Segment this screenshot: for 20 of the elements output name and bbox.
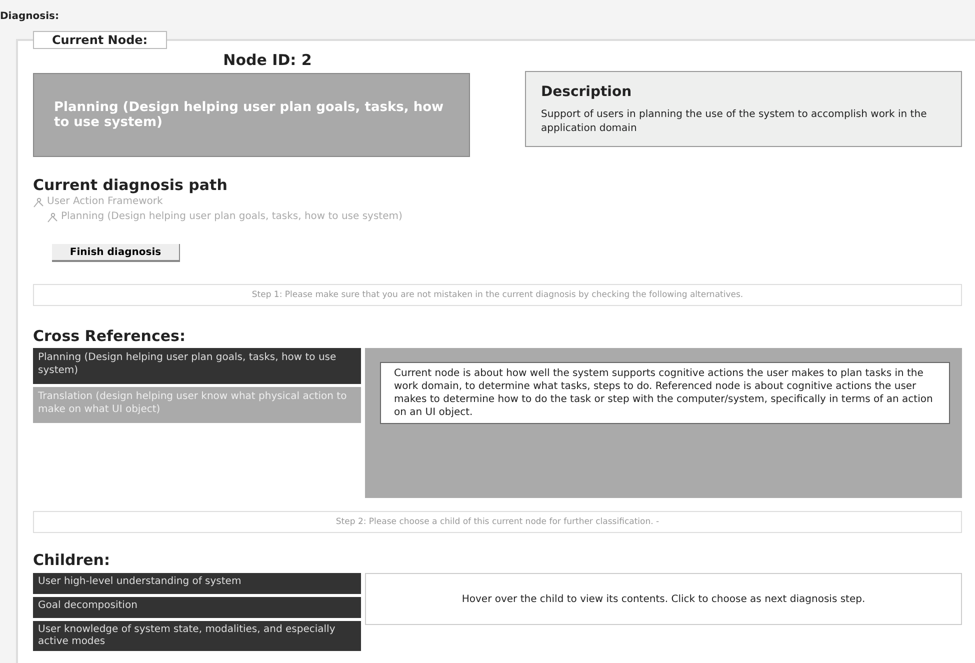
hover-hint: Hover over the child to view its contents. Click to choose as next diagnosis step. bbox=[365, 573, 962, 625]
node-id: Node ID: 2 bbox=[222, 50, 313, 71]
children-heading: Children: bbox=[33, 551, 111, 569]
child-item[interactable]: Goal decomposition bbox=[33, 597, 361, 618]
child-item[interactable]: User high-level understanding of system bbox=[33, 573, 361, 594]
reference-item[interactable]: Planning (Design helping user plan goals, tasks, how to use system) bbox=[33, 348, 361, 384]
reference-detail: Current node is about how well the system supports cognitive actions the user makes to plan tasks in the work domain, to determine what tasks, steps to do. Referenced node is about cognitive actions the user makes to determine how to do the task or step with the computer/system, specifically in terms of an action on an UI object. bbox=[380, 362, 950, 424]
path-heading: Current diagnosis path bbox=[33, 176, 228, 194]
fieldset-legend: Current Node: bbox=[33, 31, 167, 49]
cross-references-heading: Cross References: bbox=[33, 327, 186, 345]
tree-node-icon bbox=[47, 210, 59, 222]
description-title: Description bbox=[541, 84, 633, 100]
step-instruction: Step 1: Please make sure that you are not mistaken in the current diagnosis by checking the following alternatives. bbox=[33, 284, 962, 306]
child-item[interactable]: User knowledge of system state, modalities, and especially active modes bbox=[33, 621, 361, 651]
tree-node-icon bbox=[33, 196, 45, 208]
step-instruction: Step 2: Please choose a child of this current node for further classification. - bbox=[33, 511, 962, 533]
finish-button[interactable]: Finish diagnosis bbox=[52, 244, 180, 262]
section-title: Diagnosis: bbox=[0, 10, 60, 24]
node-title: Planning (Design helping user plan goals, tasks, how to use system) bbox=[33, 73, 470, 157]
description-text: Support of users in planning the use of the system to accomplish work in the application domain bbox=[541, 108, 928, 136]
